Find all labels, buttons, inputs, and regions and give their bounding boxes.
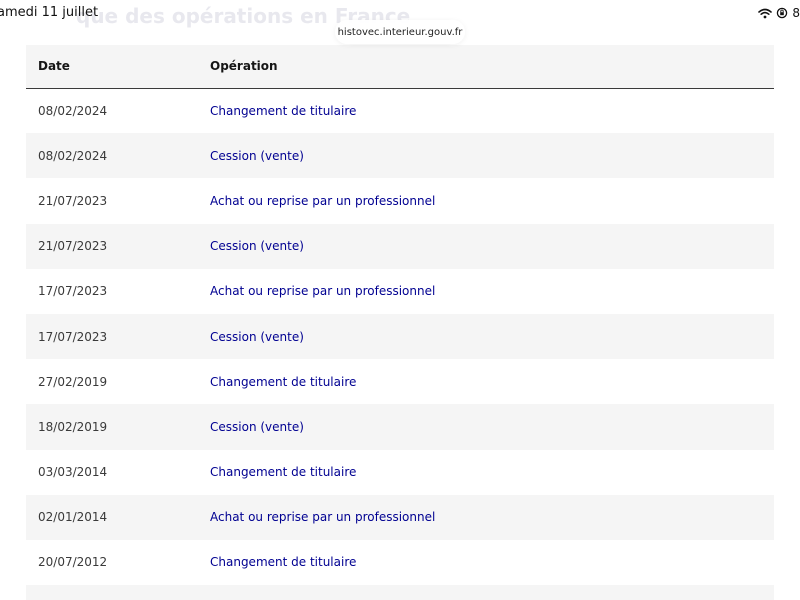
table-row: 08/02/2024 Cession (vente): [26, 133, 774, 179]
cell-date: 21/07/2023: [26, 223, 210, 269]
cell-date: 08/02/2024: [26, 133, 210, 179]
wifi-icon: [758, 8, 773, 19]
cell-date: 17/07/2023: [26, 268, 210, 314]
cell-operation[interactable]: Cession (vente): [210, 404, 774, 450]
cell-date: [26, 585, 210, 600]
cell-date: 21/07/2023: [26, 178, 210, 224]
cell-operation[interactable]: Changement de titulaire: [210, 88, 774, 134]
cell-operation[interactable]: Achat ou reprise par un professionnel: [210, 178, 774, 224]
cell-date: 27/02/2019: [26, 359, 210, 405]
url-bar[interactable]: histovec.interieur.gouv.fr: [335, 20, 465, 44]
table-row: 21/07/2023 Achat ou reprise par un profe…: [26, 178, 774, 224]
table-row: 27/02/2019 Changement de titulaire: [26, 359, 774, 405]
column-header-date: Date: [26, 45, 210, 89]
cell-date: 18/02/2019: [26, 404, 210, 450]
status-time: amedi 11 juillet: [0, 5, 99, 20]
cell-operation[interactable]: Changement de titulaire: [210, 449, 774, 495]
table-row: 21/07/2023 Cession (vente): [26, 223, 774, 269]
cell-operation[interactable]: Changement de titulaire: [210, 539, 774, 586]
table-row: 03/03/2014 Changement de titulaire: [26, 449, 774, 495]
cell-operation[interactable]: [210, 585, 774, 600]
table-header-row: Date Opération: [26, 45, 774, 89]
table-row: [26, 585, 774, 600]
battery-percentage: 8: [792, 6, 800, 20]
cell-operation[interactable]: Changement de titulaire: [210, 359, 774, 405]
cell-date: 20/07/2012: [26, 539, 210, 586]
cell-operation[interactable]: Cession (vente): [210, 313, 774, 360]
cell-date: 08/02/2024: [26, 88, 210, 134]
table-row: 08/02/2024 Changement de titulaire: [26, 88, 774, 134]
column-header-operation: Opération: [210, 45, 774, 89]
cell-date: 17/07/2023: [26, 313, 210, 360]
table-row: 18/02/2019 Cession (vente): [26, 404, 774, 450]
table-row: 17/07/2023 Cession (vente): [26, 313, 774, 360]
status-indicators: 8: [758, 5, 800, 21]
table-row: 20/07/2012 Changement de titulaire: [26, 539, 774, 586]
cell-operation[interactable]: Achat ou reprise par un professionnel: [210, 268, 774, 314]
table-row: 02/01/2014 Achat ou reprise par un profe…: [26, 494, 774, 540]
page: que des opérations en France amedi 11 ju…: [0, 0, 800, 600]
operations-table: Date Opération 08/02/2024 Changement de …: [26, 45, 774, 600]
orientation-lock-icon: [776, 7, 788, 19]
cell-operation[interactable]: Cession (vente): [210, 223, 774, 269]
table-row: 17/07/2023 Achat ou reprise par un profe…: [26, 268, 774, 314]
cell-operation[interactable]: Achat ou reprise par un professionnel: [210, 494, 774, 540]
cell-date: 02/01/2014: [26, 494, 210, 540]
cell-date: 03/03/2014: [26, 449, 210, 495]
cell-operation[interactable]: Cession (vente): [210, 133, 774, 179]
